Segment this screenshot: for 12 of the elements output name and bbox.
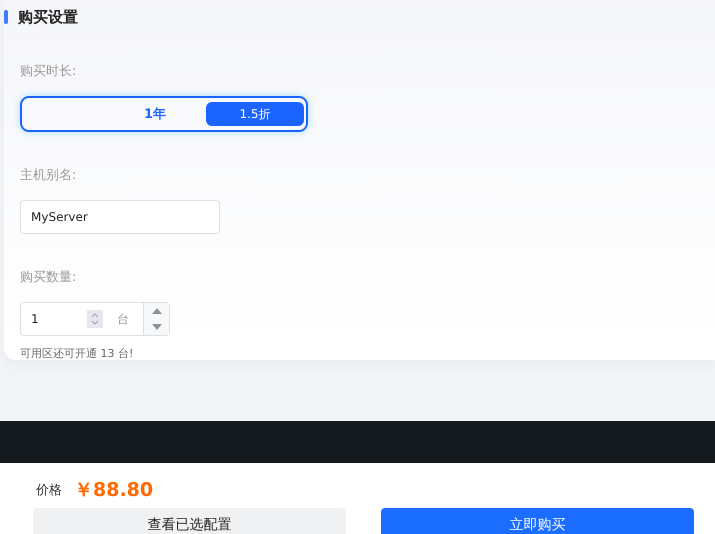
title-accent-bar xyxy=(4,10,8,24)
price-value: ￥88.80 xyxy=(74,478,154,503)
buy-button[interactable]: 立即购买 xyxy=(381,508,694,534)
field-label: 购买数量: xyxy=(20,269,78,286)
field-label: 主机别名: xyxy=(20,167,78,184)
section-title: 购买设置 xyxy=(18,8,78,26)
field-label: 购买时长: xyxy=(20,63,78,80)
alias-input[interactable]: MyServer xyxy=(20,200,220,234)
discount-badge: 1.5折 xyxy=(206,102,304,126)
quantity-hint: 可用区还可开通 13 台! xyxy=(20,346,134,361)
price-label: 价格 xyxy=(36,482,62,499)
view-config-button[interactable]: 查看已选配置 xyxy=(33,508,346,534)
